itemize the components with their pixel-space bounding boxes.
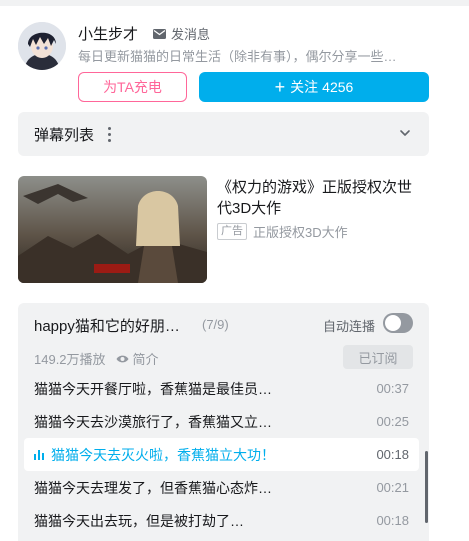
top-divider [0, 0, 469, 6]
send-message-label: 发消息 [171, 27, 211, 42]
charge-label: 为TA充电 [103, 79, 162, 95]
playlist-item-active[interactable]: 猫猫今天去灭火啦，香蕉猫立大功！ 00:18 [24, 438, 419, 471]
charge-button[interactable]: 为TA充电 [78, 72, 187, 102]
playing-icon [34, 449, 44, 460]
playlist-item[interactable]: 猫猫今天去沙漠旅行了，香蕉猫又立… 00:25 [24, 405, 419, 438]
danmaku-list-title: 弹幕列表 [34, 126, 95, 144]
playlist-item-title: 猫猫今天出去玩，但是被打劫了… [34, 512, 244, 529]
playlist-item-title: 猫猫今天开餐厅啦，香蕉猫是最佳员… [34, 380, 272, 397]
playlist-title[interactable]: happy猫和它的好朋… [34, 315, 180, 336]
playlist-item-duration: 00:37 [376, 381, 409, 396]
playlist-list: 猫猫今天开餐厅啦，香蕉猫是最佳员… 00:37 猫猫今天去沙漠旅行了，香蕉猫又立… [24, 372, 419, 537]
uploader-description: 每日更新猫猫的日常生活（除非有事），偶尔分享一些… [78, 49, 397, 64]
ad-title[interactable]: 《权力的游戏》正版授权次世代3D大作 [217, 177, 417, 219]
follow-button[interactable]: + 关注 4256 [199, 72, 429, 102]
subscribed-label: 已订阅 [358, 350, 398, 366]
autoplay-toggle[interactable] [383, 313, 413, 333]
play-count: 149.2万播放 [34, 352, 106, 367]
playlist-progress: (7/9) [202, 317, 229, 332]
playlist-item-title: 猫猫今天去理发了，但香蕉猫心态炸… [34, 479, 272, 496]
uploader-name[interactable]: 小生步才 [78, 23, 138, 44]
playlist-item-title: 猫猫今天去沙漠旅行了，香蕉猫又立… [34, 413, 272, 430]
more-icon[interactable] [108, 126, 112, 142]
playlist-item[interactable]: 猫猫今天去理发了，但香蕉猫心态炸… 00:21 [24, 471, 419, 504]
ad-badge: 广告 [217, 223, 247, 240]
playlist-item-duration: 00:25 [376, 414, 409, 429]
intro-link[interactable]: 简介 [133, 349, 159, 368]
playlist-item-duration: 00:21 [376, 480, 409, 495]
danmaku-list-bar[interactable]: 弹幕列表 [18, 112, 429, 156]
playlist-item[interactable]: 猫猫今天开餐厅啦，香蕉猫是最佳员… 00:37 [24, 372, 419, 405]
ad-subtitle: 正版授权3D大作 [253, 225, 348, 240]
playlist-item-duration: 00:18 [376, 513, 409, 528]
chevron-down-icon[interactable] [399, 127, 411, 139]
eye-icon [116, 355, 129, 362]
playlist-stats: 149.2万播放 简介 [34, 349, 159, 368]
avatar[interactable] [18, 22, 66, 70]
send-message-button[interactable]: 发消息 [153, 24, 210, 43]
playlist-panel: happy猫和它的好朋… (7/9) 自动连播 149.2万播放 简介 已订阅 … [18, 303, 429, 541]
autoplay-label: 自动连播 [323, 319, 376, 334]
ad-thumbnail[interactable] [18, 176, 207, 283]
follow-label: 关注 [290, 79, 319, 95]
playlist-item-duration: 00:18 [376, 447, 409, 462]
playlist-item-title: 猫猫今天去灭火啦，香蕉猫立大功！ [51, 446, 275, 463]
ad-meta: 广告 正版授权3D大作 [217, 222, 348, 241]
playlist-scrollbar[interactable] [425, 451, 428, 523]
playlist-item[interactable]: 猫猫今天出去玩，但是被打劫了… 00:18 [24, 504, 419, 537]
plus-icon: + [274, 77, 286, 97]
mail-icon [153, 28, 166, 39]
subscribed-button[interactable]: 已订阅 [343, 345, 413, 369]
follower-count: 4256 [322, 79, 354, 95]
